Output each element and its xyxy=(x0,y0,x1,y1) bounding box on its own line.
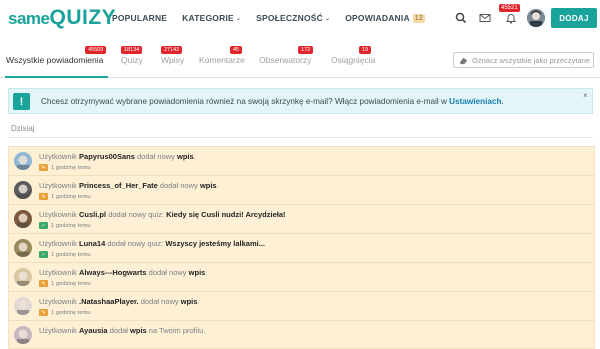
notification-meta: ✎ 1 godzinę temu xyxy=(39,164,91,171)
notification-item[interactable]: Użytkownik .NatashaaPlayer. dodał nowy w… xyxy=(9,292,594,321)
avatar[interactable] xyxy=(14,181,32,199)
username-link[interactable]: Papyrus00Sans xyxy=(79,152,135,161)
mail-icon[interactable] xyxy=(479,12,491,24)
tab-badge-comments: 45 xyxy=(230,46,243,54)
notification-text: Użytkownik Papyrus00Sans dodał nowy wpis… xyxy=(39,152,196,161)
add-button[interactable]: DODAJ xyxy=(551,8,597,28)
post-icon: ✎ xyxy=(39,164,48,171)
eraser-icon xyxy=(459,57,468,65)
tab-badge-all: 45509 xyxy=(85,46,107,54)
email-notifications-alert: ! Chcesz otrzymywać wybrane powiadomieni… xyxy=(8,88,593,114)
post-icon: ✎ xyxy=(39,193,48,200)
content-link[interactable]: wpis xyxy=(177,152,194,161)
logo-text-same: same xyxy=(8,9,50,28)
tab-badge-followers: 172 xyxy=(298,46,314,54)
notification-list: Użytkownik Papyrus00Sans dodał nowy wpis… xyxy=(8,146,595,349)
samequizy-logo[interactable]: same QUIZY xyxy=(8,6,116,30)
avatar[interactable] xyxy=(14,268,32,286)
notification-meta: ✎ 1 godzinę temu xyxy=(39,280,91,287)
username-link[interactable]: Princess_of_Her_Fate xyxy=(79,181,158,190)
chevron-down-icon: ⌄ xyxy=(235,15,242,22)
content-link[interactable]: Wszyscy jesteśmy lalkami... xyxy=(165,239,265,248)
alert-message: Chcesz otrzymywać wybrane powiadomienia … xyxy=(41,97,504,106)
username-link[interactable]: Luna14 xyxy=(79,239,105,248)
content-link[interactable]: wpis xyxy=(181,297,198,306)
search-icon[interactable] xyxy=(455,12,467,24)
notification-item[interactable]: Użytkownik Princess_of_Her_Fate dodał no… xyxy=(9,176,594,205)
user-avatar[interactable] xyxy=(527,9,545,27)
timestamp: 1 godzinę temu xyxy=(51,251,91,258)
nav-kategorie[interactable]: KATEGORIE ⌄ xyxy=(182,13,241,23)
mark-all-read-button[interactable]: Oznacz wszystkie jako przeczytane xyxy=(453,52,594,68)
opowiadania-badge: 12 xyxy=(412,13,425,23)
notification-meta: ✎ 1 godzinę temu xyxy=(39,309,91,316)
notification-text: Użytkownik Always---Hogwarts dodał nowy … xyxy=(39,268,208,277)
notification-meta: ✎ 1 godzinę temu xyxy=(39,193,91,200)
timestamp: 1 godzinę temu xyxy=(51,164,91,171)
timestamp: 1 godzinę temu xyxy=(51,280,91,287)
notification-text: Użytkownik Ayausia dodał wpis na Twoim p… xyxy=(39,326,206,335)
avatar[interactable] xyxy=(14,326,32,344)
username-link[interactable]: Always---Hogwarts xyxy=(79,268,147,277)
quiz-icon: ✓ xyxy=(39,251,48,258)
username-link[interactable]: .NatashaaPlayer. xyxy=(79,297,139,306)
avatar[interactable] xyxy=(14,239,32,257)
notification-text: Użytkownik Luna14 dodał nowy quiz: Wszys… xyxy=(39,239,265,248)
content-link[interactable]: wpis xyxy=(189,268,206,277)
timestamp: 1 godzinę temu xyxy=(51,193,91,200)
tab-all-notifications[interactable]: Wszystkie powiadomienia xyxy=(6,55,103,65)
notification-meta: ✓ 1 godzinę temu xyxy=(39,222,91,229)
notification-text: Użytkownik Cusli.pl dodał nowy quiz: Kie… xyxy=(39,210,286,219)
nav-opowiadania[interactable]: OPOWIADANIA 12 xyxy=(345,13,425,23)
username-link[interactable]: Cusli.pl xyxy=(79,210,106,219)
tab-posts[interactable]: Wpisy xyxy=(161,55,184,65)
tab-quizzes[interactable]: Quizy xyxy=(121,55,143,65)
content-link[interactable]: wpis xyxy=(130,326,147,335)
tab-badge-posts: 27142 xyxy=(161,46,183,54)
settings-link[interactable]: Ustawieniach xyxy=(449,97,501,106)
day-label: Dzisiaj xyxy=(8,120,593,138)
main-nav: POPULARNE KATEGORIE ⌄ SPOŁECZNOŚĆ ⌄ OPOWIA… xyxy=(112,13,440,23)
tab-followers[interactable]: Obserwatorzy xyxy=(259,55,311,65)
notification-item[interactable]: Użytkownik Ayausia dodał wpis na Twoim p… xyxy=(9,321,594,348)
nav-popularne[interactable]: POPULARNE xyxy=(112,13,167,23)
username-link[interactable]: Ayausia xyxy=(79,326,108,335)
notification-item[interactable]: Użytkownik Papyrus00Sans dodał nowy wpis… xyxy=(9,147,594,176)
timestamp: 1 godzinę temu xyxy=(51,309,91,316)
notification-text: Użytkownik Princess_of_Her_Fate dodał no… xyxy=(39,181,219,190)
notification-text: Użytkownik .NatashaaPlayer. dodał nowy w… xyxy=(39,297,200,306)
chevron-down-icon: ⌄ xyxy=(325,15,331,22)
post-icon: ✎ xyxy=(39,309,48,316)
timestamp: 1 godzinę temu xyxy=(51,222,91,229)
content-link[interactable]: Kiedy się Cusli nudzi! Arcydzieła! xyxy=(166,210,285,219)
content-link[interactable]: wpis xyxy=(200,181,217,190)
notification-tabs: 45509 Wszystkie powiadomienia 18134 Quiz… xyxy=(0,38,600,78)
tab-achievements[interactable]: Osiągnięcia xyxy=(331,55,375,65)
avatar[interactable] xyxy=(14,297,32,315)
exclamation-icon: ! xyxy=(13,93,30,110)
tab-badge-achievements: 19 xyxy=(359,46,372,54)
close-icon[interactable]: × xyxy=(583,91,588,100)
bell-icon[interactable] xyxy=(505,12,517,24)
active-tab-underline xyxy=(5,76,108,78)
top-header: same QUIZY POPULARNE KATEGORIE ⌄ SPOŁECZN… xyxy=(0,0,600,38)
quiz-icon: ✓ xyxy=(39,222,48,229)
avatar[interactable] xyxy=(14,210,32,228)
nav-spolecznosc[interactable]: SPOŁECZNOŚĆ ⌄ xyxy=(256,13,330,23)
notification-item[interactable]: Użytkownik Luna14 dodał nowy quiz: Wszys… xyxy=(9,234,594,263)
notifications-badge: 45521 xyxy=(499,4,520,12)
notification-meta: ✓ 1 godzinę temu xyxy=(39,251,91,258)
avatar[interactable] xyxy=(14,152,32,170)
post-icon: ✎ xyxy=(39,280,48,287)
logo-text-quizy: QUIZY xyxy=(49,6,117,29)
tab-badge-quizzes: 18134 xyxy=(121,46,143,54)
notification-item[interactable]: Użytkownik Cusli.pl dodał nowy quiz: Kie… xyxy=(9,205,594,234)
tab-comments[interactable]: Komentarze xyxy=(199,55,245,65)
notification-item[interactable]: Użytkownik Always---Hogwarts dodał nowy … xyxy=(9,263,594,292)
